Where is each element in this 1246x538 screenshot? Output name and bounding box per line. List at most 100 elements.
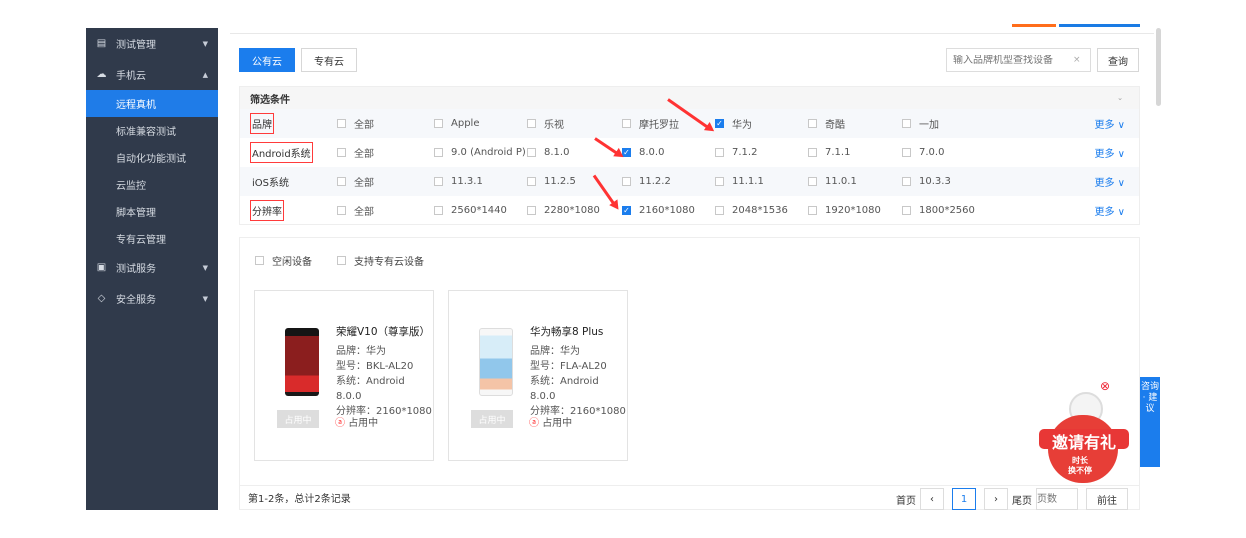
- first-page-link[interactable]: 首页: [896, 492, 916, 507]
- search-input[interactable]: [953, 54, 1073, 66]
- invite-promo[interactable]: ⊗ 邀请有礼 时长 换不停: [1037, 379, 1129, 492]
- device-card[interactable]: 荣耀V10（尊享版） 品牌：华为 型号：BKL-AL20 系统：Android …: [254, 290, 434, 461]
- checkbox[interactable]: [434, 119, 443, 128]
- phone-image: [479, 328, 513, 396]
- occupied-button[interactable]: 占用中: [277, 410, 319, 428]
- filter-option[interactable]: 一加: [902, 116, 939, 131]
- filter-option[interactable]: ✓ 华为: [715, 116, 752, 131]
- filter-option[interactable]: 全部: [337, 203, 374, 218]
- filter-option[interactable]: 11.2.2: [622, 176, 671, 187]
- filter-option[interactable]: 7.0.0: [902, 147, 944, 158]
- checkbox[interactable]: [715, 177, 724, 186]
- private-support-option[interactable]: 支持专有云设备: [337, 253, 424, 268]
- filter-row-label: Android系统: [250, 142, 313, 163]
- filter-option[interactable]: 2048*1536: [715, 205, 788, 216]
- filter-option[interactable]: 1920*1080: [808, 205, 881, 216]
- filter-option[interactable]: 奇酷: [808, 116, 845, 131]
- filter-option[interactable]: 7.1.2: [715, 147, 757, 158]
- checkbox[interactable]: [337, 256, 346, 265]
- checkbox[interactable]: [622, 177, 631, 186]
- filter-option[interactable]: 10.3.3: [902, 176, 951, 187]
- occupied-button[interactable]: 占用中: [471, 410, 513, 428]
- checkbox[interactable]: [808, 206, 817, 215]
- filter-option[interactable]: 8.1.0: [527, 147, 569, 158]
- checkbox[interactable]: [337, 148, 346, 157]
- checkbox[interactable]: ✓: [622, 206, 631, 215]
- consult-suggest-button[interactable]: 咨询 · 建议: [1140, 377, 1160, 467]
- filter-option[interactable]: ✓8.0.0: [622, 147, 664, 158]
- filter-option[interactable]: 9.0 (Android P): [434, 147, 526, 158]
- query-button[interactable]: 查询: [1097, 48, 1139, 72]
- sidebar-item-cloud-monitor[interactable]: 云监控: [86, 171, 218, 198]
- device-name: 华为畅享8 Plus: [530, 326, 604, 338]
- filter-option[interactable]: 11.0.1: [808, 176, 857, 187]
- sidebar-item-private-cloud[interactable]: 专有云管理: [86, 225, 218, 252]
- filter-option[interactable]: 摩托罗拉: [622, 116, 679, 131]
- filter-option[interactable]: 2560*1440: [434, 205, 507, 216]
- checkbox[interactable]: [622, 119, 631, 128]
- collapse-icon[interactable]: ⌄: [1117, 94, 1123, 102]
- top-divider: [230, 33, 1154, 34]
- close-icon[interactable]: ⊗: [1100, 379, 1110, 393]
- sidebar-group-phone-cloud[interactable]: ☁ 手机云 ▲: [86, 59, 218, 90]
- more-link[interactable]: 更多 ∨: [1095, 203, 1126, 218]
- checkbox[interactable]: [434, 206, 443, 215]
- checkbox[interactable]: [527, 148, 536, 157]
- checkbox[interactable]: [902, 119, 911, 128]
- checkbox[interactable]: [337, 177, 346, 186]
- sidebar-item-script-management[interactable]: 脚本管理: [86, 198, 218, 225]
- next-page-button[interactable]: ›: [984, 488, 1008, 510]
- checkbox[interactable]: [902, 148, 911, 157]
- scrollbar[interactable]: [1156, 28, 1161, 106]
- checkbox[interactable]: [808, 119, 817, 128]
- clear-icon[interactable]: ×: [1073, 55, 1081, 65]
- checkbox[interactable]: [808, 148, 817, 157]
- filter-option[interactable]: 全部: [337, 116, 374, 131]
- more-link[interactable]: 更多 ∨: [1095, 116, 1126, 131]
- last-page-link[interactable]: 尾页: [1012, 492, 1032, 507]
- tab-public-cloud[interactable]: 公有云: [239, 48, 295, 72]
- filter-option[interactable]: 7.1.1: [808, 147, 850, 158]
- sidebar-group-test-service[interactable]: ▣ 测试服务 ▼: [86, 252, 218, 283]
- filter-option[interactable]: Apple: [434, 118, 479, 129]
- filter-option[interactable]: 乐视: [527, 116, 564, 131]
- checkbox[interactable]: [902, 177, 911, 186]
- chevron-down-icon: ▼: [202, 294, 208, 303]
- checkbox[interactable]: [255, 256, 264, 265]
- filter-option[interactable]: ✓ 2160*1080: [622, 205, 695, 216]
- checkbox[interactable]: [337, 119, 346, 128]
- sidebar-item-standard-compatibility[interactable]: 标准兼容测试: [86, 117, 218, 144]
- tab-private-cloud[interactable]: 专有云: [301, 48, 357, 72]
- checkbox[interactable]: [337, 206, 346, 215]
- filter-option[interactable]: 11.3.1: [434, 176, 483, 187]
- checkbox[interactable]: [527, 177, 536, 186]
- sidebar-group-test-management[interactable]: ▤ 测试管理 ▼: [86, 28, 218, 59]
- device-card[interactable]: 华为畅享8 Plus 品牌：华为 型号：FLA-AL20 系统：Android …: [448, 290, 628, 461]
- checkbox[interactable]: [434, 177, 443, 186]
- checkbox[interactable]: [434, 148, 443, 157]
- filter-option[interactable]: 1800*2560: [902, 205, 975, 216]
- filter-option[interactable]: 11.2.5: [527, 176, 576, 187]
- checkbox[interactable]: [715, 206, 724, 215]
- checkbox[interactable]: [902, 206, 911, 215]
- sidebar-group-security-service[interactable]: ◇ 安全服务 ▼: [86, 283, 218, 314]
- device-info: 华为畅享8 Plus 品牌：华为 型号：FLA-AL20 系统：Android …: [530, 325, 627, 419]
- idle-device-option[interactable]: 空闲设备: [255, 253, 312, 268]
- device-brand: 品牌：华为: [530, 346, 580, 357]
- more-link[interactable]: 更多 ∨: [1095, 174, 1126, 189]
- checkbox[interactable]: [527, 119, 536, 128]
- current-page-button[interactable]: 1: [952, 488, 976, 510]
- checkbox[interactable]: [715, 148, 724, 157]
- filter-option[interactable]: 2280*1080: [527, 205, 600, 216]
- previous-page-button[interactable]: ‹: [920, 488, 944, 510]
- sidebar-item-remote-device[interactable]: 远程真机: [86, 90, 218, 117]
- checkbox[interactable]: [527, 206, 536, 215]
- filter-option[interactable]: 11.1.1: [715, 176, 764, 187]
- sidebar-group-label: 测试服务: [116, 264, 156, 275]
- more-link[interactable]: 更多 ∨: [1095, 145, 1126, 160]
- filter-option[interactable]: 全部: [337, 174, 374, 189]
- checkbox[interactable]: [808, 177, 817, 186]
- device-name: 荣耀V10（尊享版）: [336, 326, 431, 338]
- sidebar-item-automation-test[interactable]: 自动化功能测试: [86, 144, 218, 171]
- filter-option[interactable]: 全部: [337, 145, 374, 160]
